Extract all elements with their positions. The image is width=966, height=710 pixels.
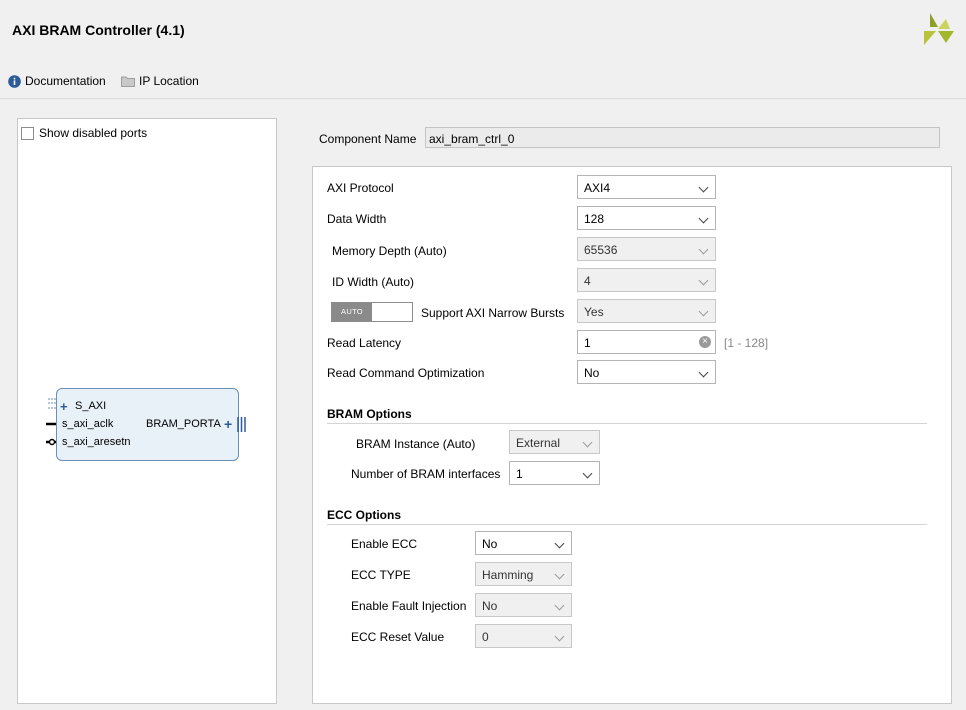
id-width-label: ID Width (Auto) (332, 275, 415, 289)
ecc-type-value: Hamming (482, 568, 534, 582)
show-disabled-ports-checkbox[interactable]: Show disabled ports (21, 126, 147, 140)
auto-manual-toggle[interactable]: AUTO (331, 302, 413, 322)
chevron-down-icon (554, 600, 565, 611)
read-cmd-opt-label: Read Command Optimization (327, 366, 485, 380)
chevron-down-icon (698, 306, 709, 317)
axi-protocol-label: AXI Protocol (327, 181, 394, 195)
chevron-down-icon (698, 213, 709, 224)
header-divider (0, 98, 966, 99)
enable-ecc-label: Enable ECC (351, 537, 418, 551)
ip-location-link[interactable]: IP Location (121, 74, 199, 88)
plus-icon[interactable]: + (224, 416, 232, 432)
section-divider (327, 423, 927, 424)
bram-instance-select[interactable]: External (509, 430, 600, 454)
show-disabled-ports-label: Show disabled ports (39, 126, 148, 140)
enable-ecc-value: No (482, 537, 498, 551)
id-width-value: 4 (584, 274, 591, 288)
chevron-down-icon (698, 275, 709, 286)
id-width-select[interactable]: 4 (577, 268, 716, 292)
component-name-label: Component Name (319, 132, 417, 146)
section-divider (327, 524, 927, 525)
num-bram-interfaces-select[interactable]: 1 (509, 461, 600, 485)
enable-ecc-select[interactable]: No (475, 531, 572, 555)
read-latency-input[interactable]: 1 × (577, 330, 716, 354)
read-latency-range: [1 - 128] (724, 336, 769, 350)
read-latency-value: 1 (584, 336, 591, 350)
xilinx-logo-icon (924, 13, 954, 45)
ip-location-label: IP Location (139, 74, 199, 88)
fault-injection-value: No (482, 599, 498, 613)
chevron-down-icon (554, 569, 565, 580)
folder-icon (121, 76, 135, 87)
bram-instance-value: External (516, 436, 561, 450)
port-s-axi: S_AXI (75, 400, 107, 412)
auto-toggle-knob: AUTO (332, 303, 372, 321)
chevron-down-icon (582, 468, 593, 479)
chevron-down-icon (698, 367, 709, 378)
ecc-reset-value-value: 0 (482, 630, 489, 644)
memory-depth-label: Memory Depth (Auto) (332, 244, 447, 258)
data-width-value: 128 (584, 212, 605, 226)
documentation-label: Documentation (25, 74, 106, 88)
narrow-bursts-select[interactable]: Yes (577, 299, 716, 323)
read-cmd-opt-value: No (584, 366, 600, 380)
chevron-down-icon (554, 631, 565, 642)
ecc-reset-value-select[interactable]: 0 (475, 624, 572, 648)
memory-depth-value: 65536 (584, 243, 618, 257)
narrow-bursts-value: Yes (584, 305, 604, 319)
read-latency-label: Read Latency (327, 336, 402, 350)
bram-instance-label: BRAM Instance (Auto) (356, 437, 476, 451)
ecc-type-label: ECC TYPE (351, 568, 411, 582)
info-icon (8, 74, 21, 88)
axi-protocol-value: AXI4 (584, 181, 611, 195)
ecc-options-title: ECC Options (327, 508, 401, 522)
checkbox-box[interactable] (21, 126, 34, 140)
plus-icon[interactable]: + (60, 399, 68, 414)
clear-icon[interactable]: × (699, 336, 711, 348)
chevron-down-icon (698, 244, 709, 255)
bram-options-title: BRAM Options (327, 407, 412, 421)
port-s-axi-aresetn: s_axi_aresetn (62, 436, 131, 448)
memory-depth-select[interactable]: 65536 (577, 237, 716, 261)
num-bram-interfaces-value: 1 (516, 467, 523, 481)
component-name-input[interactable]: axi_bram_ctrl_0 (425, 127, 940, 148)
documentation-link[interactable]: Documentation (8, 74, 106, 88)
chevron-down-icon (582, 437, 593, 448)
port-s-axi-aclk: s_axi_aclk (62, 418, 114, 430)
ecc-reset-value-label: ECC Reset Value (351, 630, 445, 644)
chevron-down-icon (554, 538, 565, 549)
window-title: AXI BRAM Controller (4.1) (12, 22, 185, 38)
read-cmd-opt-select[interactable]: No (577, 360, 716, 384)
axi-protocol-select[interactable]: AXI4 (577, 175, 716, 199)
fault-injection-select[interactable]: No (475, 593, 572, 617)
data-width-select[interactable]: 128 (577, 206, 716, 230)
narrow-bursts-label: Support AXI Narrow Bursts (421, 306, 565, 320)
port-bram-porta: BRAM_PORTA (146, 418, 221, 430)
data-width-label: Data Width (327, 212, 387, 226)
bus-stub-right (237, 417, 246, 432)
fault-injection-label: Enable Fault Injection (351, 599, 467, 613)
num-bram-interfaces-label: Number of BRAM interfaces (351, 467, 501, 481)
chevron-down-icon (698, 182, 709, 193)
ecc-type-select[interactable]: Hamming (475, 562, 572, 586)
